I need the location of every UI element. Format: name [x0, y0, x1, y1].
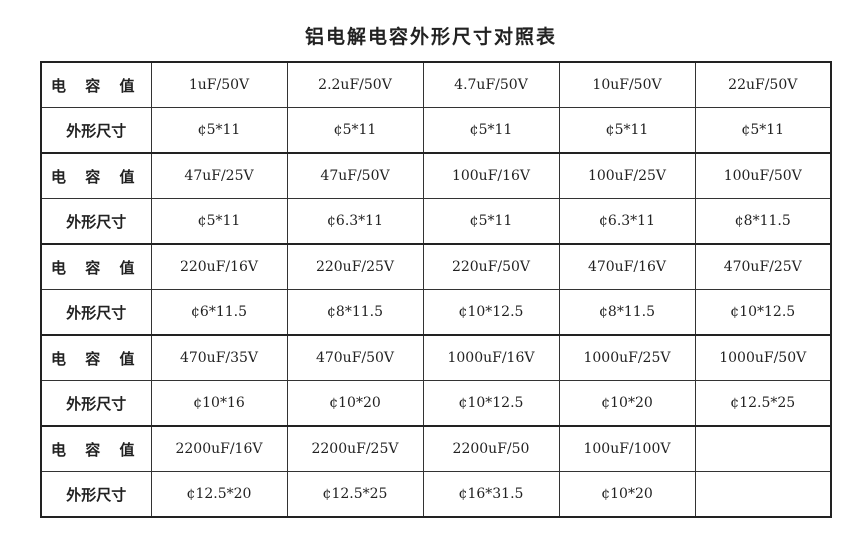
size-row: 外形尺寸 ¢6*11.5 ¢8*11.5 ¢10*12.5 ¢8*11.5 ¢10*12.…: [40, 289, 832, 336]
capacity-cell: [694, 425, 832, 472]
size-cell: ¢12.5*20: [150, 471, 288, 518]
capacity-cell: 470uF/25V: [694, 243, 832, 290]
size-label: 外形尺寸: [40, 471, 152, 518]
size-cell: ¢10*12.5: [694, 289, 832, 336]
capacity-label: 电 容 值: [40, 152, 152, 199]
size-cell: ¢10*20: [286, 380, 424, 427]
capacity-cell: 470uF/35V: [150, 334, 288, 381]
capacity-cell: 470uF/16V: [558, 243, 696, 290]
capacity-row: 电 容 值 1uF/50V 2.2uF/50V 4.7uF/50V 10uF/50V 22…: [40, 61, 832, 108]
capacity-label: 电 容 值: [40, 61, 152, 108]
capacity-cell: 100uF/50V: [694, 152, 832, 199]
size-cell: ¢5*11: [150, 198, 288, 245]
capacity-row: 电 容 值 220uF/16V 220uF/25V 220uF/50V 470uF/16…: [40, 243, 832, 290]
size-row: 外形尺寸 ¢10*16 ¢10*20 ¢10*12.5 ¢10*20 ¢12.5*25: [40, 380, 832, 427]
capacity-cell: 220uF/50V: [422, 243, 560, 290]
size-label: 外形尺寸: [40, 289, 152, 336]
capacitor-size-table: 电 容 值 1uF/50V 2.2uF/50V 4.7uF/50V 10uF/50V 22…: [40, 61, 832, 518]
capacity-cell: 100uF/16V: [422, 152, 560, 199]
size-cell: ¢6.3*11: [558, 198, 696, 245]
size-row: 外形尺寸 ¢5*11 ¢5*11 ¢5*11 ¢5*11 ¢5*11: [40, 107, 832, 154]
size-cell: ¢6.3*11: [286, 198, 424, 245]
capacity-cell: 1000uF/50V: [694, 334, 832, 381]
size-cell: ¢10*12.5: [422, 380, 560, 427]
capacity-cell: 10uF/50V: [558, 61, 696, 108]
size-cell: ¢5*11: [286, 107, 424, 154]
capacity-cell: 4.7uF/50V: [422, 61, 560, 108]
size-cell: ¢10*20: [558, 380, 696, 427]
capacity-cell: 2.2uF/50V: [286, 61, 424, 108]
capacity-cell: 470uF/50V: [286, 334, 424, 381]
size-cell: ¢6*11.5: [150, 289, 288, 336]
capacity-label: 电 容 值: [40, 425, 152, 472]
size-cell: ¢8*11.5: [694, 198, 832, 245]
capacity-cell: 2200uF/16V: [150, 425, 288, 472]
size-cell: ¢12.5*25: [286, 471, 424, 518]
size-cell: ¢12.5*25: [694, 380, 832, 427]
size-label: 外形尺寸: [40, 107, 152, 154]
capacity-label: 电 容 值: [40, 243, 152, 290]
size-cell: ¢5*11: [422, 198, 560, 245]
size-cell: ¢8*11.5: [286, 289, 424, 336]
size-row: 外形尺寸 ¢5*11 ¢6.3*11 ¢5*11 ¢6.3*11 ¢8*11.5: [40, 198, 832, 245]
capacity-cell: 2200uF/25V: [286, 425, 424, 472]
capacity-cell: 2200uF/50: [422, 425, 560, 472]
capacity-cell: 1000uF/25V: [558, 334, 696, 381]
size-cell: ¢10*12.5: [422, 289, 560, 336]
capacity-cell: 1uF/50V: [150, 61, 288, 108]
size-cell: ¢10*20: [558, 471, 696, 518]
size-cell: ¢5*11: [558, 107, 696, 154]
size-row: 外形尺寸 ¢12.5*20 ¢12.5*25 ¢16*31.5 ¢10*20: [40, 471, 832, 518]
size-cell: ¢10*16: [150, 380, 288, 427]
size-label: 外形尺寸: [40, 198, 152, 245]
capacity-row: 电 容 值 2200uF/16V 2200uF/25V 2200uF/50 100uF/…: [40, 425, 832, 472]
capacity-cell: 47uF/25V: [150, 152, 288, 199]
table-title: 铝电解电容外形尺寸对照表: [304, 26, 557, 48]
capacity-label: 电 容 值: [40, 334, 152, 381]
capacity-cell: 22uF/50V: [694, 61, 832, 108]
capacity-cell: 100uF/100V: [558, 425, 696, 472]
capacity-cell: 220uF/16V: [150, 243, 288, 290]
capacity-row: 电 容 值 470uF/35V 470uF/50V 1000uF/16V 1000uF/…: [40, 334, 832, 381]
size-cell: ¢8*11.5: [558, 289, 696, 336]
capacity-cell: 220uF/25V: [286, 243, 424, 290]
capacity-cell: 47uF/50V: [286, 152, 424, 199]
size-cell: ¢5*11: [422, 107, 560, 154]
capacity-cell: 1000uF/16V: [422, 334, 560, 381]
size-cell: ¢5*11: [150, 107, 288, 154]
capacity-cell: 100uF/25V: [558, 152, 696, 199]
size-label: 外形尺寸: [40, 380, 152, 427]
size-cell: [694, 471, 832, 518]
size-cell: ¢5*11: [694, 107, 832, 154]
capacity-row: 电 容 值 47uF/25V 47uF/50V 100uF/16V 100uF/25V 1…: [40, 152, 832, 199]
size-cell: ¢16*31.5: [422, 471, 560, 518]
